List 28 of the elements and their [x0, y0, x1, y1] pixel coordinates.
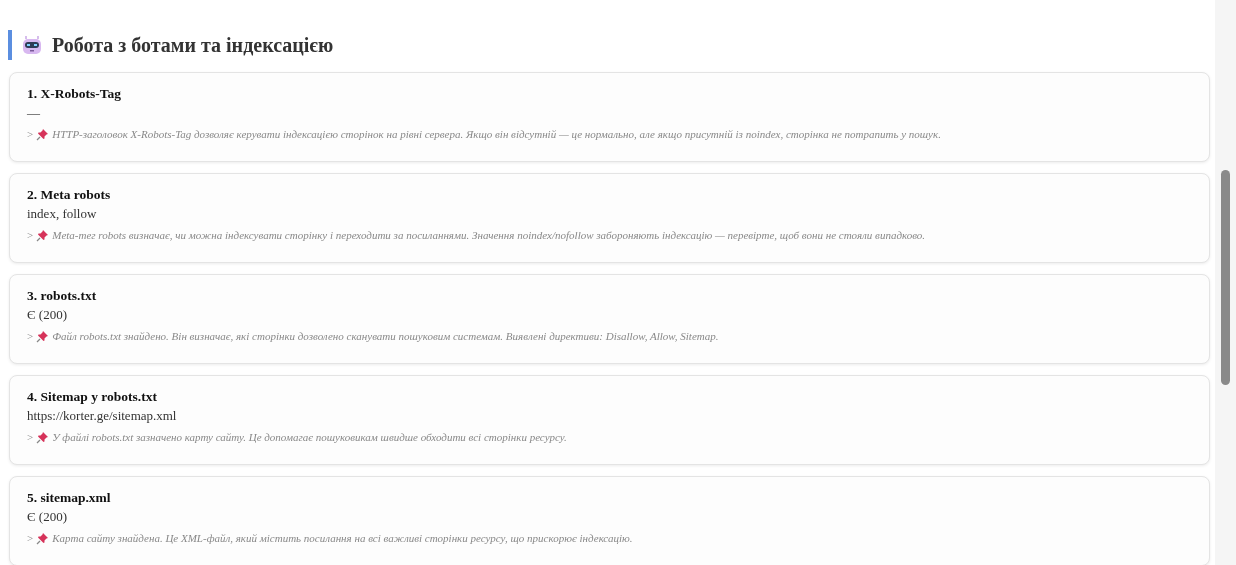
- quote-marker: >: [27, 531, 34, 546]
- scrollbar-thumb[interactable]: [1221, 170, 1230, 385]
- section-title: Робота з ботами та індексацією: [52, 33, 334, 57]
- quote-marker: >: [27, 430, 34, 445]
- check-note: HTTP-заголовок X-Robots-Tag дозволяє керувати індексацією сторінок на рівні сервера. Якщо він відсутній — це нормально, але якщо присутній із noindex, сторінка не потрапить у пошук.: [52, 127, 941, 142]
- pushpin-icon: [36, 531, 50, 545]
- check-note: У файлі robots.txt зазначено карту сайту. Це допомагає пошуковикам швидше обходити всі сторінки ресурсу.: [52, 430, 567, 445]
- check-value: Є (200): [27, 306, 68, 324]
- pushpin-icon: [36, 228, 50, 242]
- check-title: 3. robots.txt: [27, 287, 98, 305]
- check-value: https://korter.ge/sitemap.xml: [27, 407, 178, 425]
- check-title: 5. sitemap.xml: [27, 489, 112, 507]
- check-note: Карта сайту знайдена. Це XML-файл, який містить посилання на всі важливі сторінки ресурсу, що прискорює індексацію.: [52, 531, 633, 546]
- quote-marker: >: [27, 127, 34, 142]
- quote-marker: >: [27, 228, 34, 243]
- check-value: index, follow: [27, 205, 98, 223]
- pushpin-icon: [36, 329, 50, 343]
- pushpin-icon: [36, 430, 50, 444]
- pushpin-icon: [36, 127, 50, 141]
- check-title: 2. Meta robots: [27, 186, 112, 204]
- check-title: 4. Sitemap у robots.txt: [27, 388, 158, 406]
- check-note: Meta-тег robots визначає, чи можна індексувати сторінку і переходити за посиланнями. Значення noindex/nofollow забороняють індексацію — перевірте, щоб вони не стояли випадково.: [52, 228, 926, 243]
- check-value: —: [27, 104, 41, 122]
- check-value: Є (200): [27, 508, 68, 526]
- check-note: Файл robots.txt знайдено. Він визначає, які сторінки дозволено сканувати пошуковим системам. Виявлені директиви: Disallow, Allow, Sitemap.: [52, 329, 719, 344]
- robot-icon: [22, 35, 42, 55]
- quote-marker: >: [27, 329, 34, 344]
- check-title: 1. X-Robots-Tag: [27, 85, 122, 103]
